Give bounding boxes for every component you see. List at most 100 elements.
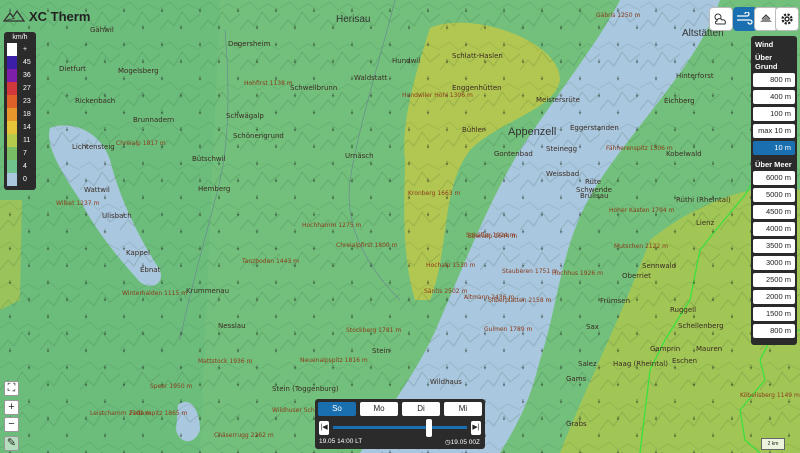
altitude-level-button[interactable]: 1500 m — [753, 307, 795, 321]
place-label: Enggenhütten — [452, 84, 502, 92]
day-tab[interactable]: Di — [402, 402, 440, 416]
altitude-level-button[interactable]: 400 m — [753, 90, 795, 104]
place-label: Eschen — [672, 357, 698, 365]
place-label: Hemberg — [198, 185, 231, 193]
place-label: Grabs — [566, 420, 587, 428]
legend-label: + — [23, 46, 28, 53]
peak-label: Chreialp 1817 m — [116, 140, 166, 147]
legend-label: 11 — [23, 137, 31, 144]
edit-button[interactable]: ✎ — [4, 436, 19, 451]
place-label: Waldstatt — [354, 74, 388, 82]
place-label: Steinegg — [546, 145, 578, 153]
altitude-level-button[interactable]: 800 m — [753, 324, 795, 338]
cloud-sun-button[interactable] — [709, 7, 733, 31]
legend-swatch — [7, 95, 17, 108]
place-label: Stein (Toggenburg) — [272, 385, 339, 393]
altitude-level-button[interactable]: 5000 m — [753, 188, 795, 202]
place-label: Gamprin — [650, 345, 681, 353]
peak-label: Gulmen 1789 m — [484, 326, 533, 333]
place-label: Mauren — [696, 345, 723, 353]
wind-panel-title: Wind — [755, 40, 774, 49]
town-label: Herisau — [336, 14, 371, 25]
peak-label: Ebenalp 1644 m — [468, 233, 518, 240]
legend-swatch — [7, 82, 17, 95]
time-track[interactable] — [333, 426, 467, 429]
place-label: Stein — [372, 347, 390, 355]
step-back-button[interactable]: |◀ — [319, 421, 329, 435]
place-label: Rüte — [585, 178, 602, 186]
peak-label: Hoher Kasten 1794 m — [609, 207, 675, 214]
day-tab[interactable]: So — [318, 402, 356, 416]
place-label: Frümsen — [600, 297, 631, 305]
peak-label: Kronberg 1663 m — [408, 190, 461, 197]
legend-unit: km/h — [12, 34, 28, 41]
altitude-level-button[interactable]: 4500 m — [753, 205, 795, 219]
zoom-in-button[interactable]: + — [4, 400, 19, 415]
zoom-out-button[interactable]: − — [4, 417, 19, 432]
altitude-level-button[interactable]: 800 m — [753, 73, 795, 87]
app-title-text: XC Therm — [29, 8, 91, 24]
altitude-level-button[interactable]: max 10 m — [753, 124, 795, 138]
altitude-level-button[interactable]: 3000 m — [753, 256, 795, 270]
place-label: Rüthi (Rheintal) — [676, 196, 731, 204]
peak-label: Chreialpfirst 1800 m — [336, 242, 398, 249]
place-label: Rickenbach — [75, 97, 116, 105]
cloud-sun-icon — [714, 13, 726, 25]
time-slider-panel: So Mo Di Mi |◀ ▶| 19.05 14:00 LT ◷19.05 00Z — [315, 399, 485, 449]
peak-label: Hundwiler Höhi 1306 m — [402, 92, 473, 99]
altitude-level-button[interactable]: 2500 m — [753, 273, 795, 287]
legend-row: 0 — [4, 173, 36, 186]
legend-label: 45 — [23, 59, 31, 66]
legend-label: 27 — [23, 85, 31, 92]
place-label: Bütschwil — [192, 155, 226, 163]
legend-row: 27 — [4, 82, 36, 95]
peak-label: Hochhus 1926 m — [552, 270, 603, 277]
day-tab[interactable]: Mi — [444, 402, 482, 416]
place-label: Gontenbad — [494, 150, 533, 158]
place-label: Schwellbrunn — [290, 84, 338, 92]
legend-swatch — [7, 160, 17, 173]
peak-label: Neuenalpspitz 1816 m — [300, 357, 368, 364]
peak-label: Gäbris 1250 m — [596, 12, 641, 19]
scale-bar: 2 km — [761, 438, 785, 450]
legend-row: 14 — [4, 121, 36, 134]
altitude-level-button[interactable]: 4000 m — [753, 222, 795, 236]
legend-row: 18 — [4, 108, 36, 121]
town-label: Appenzell — [508, 126, 557, 138]
place-label: Haag (Rheintal) — [613, 360, 668, 368]
place-label: Salez — [578, 360, 597, 368]
peak-label: Köbelisberg 1149 m — [740, 392, 800, 399]
peak-label: Silberplatten 2158 m — [488, 297, 552, 304]
utc-time-value: 19.05 00Z — [450, 439, 480, 446]
altitude-level-button[interactable]: 6000 m — [753, 171, 795, 185]
locate-button[interactable]: ⛶ — [4, 381, 19, 396]
altitude-level-button[interactable]: 100 m — [753, 107, 795, 121]
place-label: Sax — [586, 323, 599, 331]
place-label: Urnäsch — [345, 152, 374, 160]
peak-label: Federispitz 1865 m — [130, 410, 188, 417]
legend-row: 45 — [4, 56, 36, 69]
peak-label: Wilket 1237 m — [56, 200, 100, 207]
legend-label: 0 — [23, 176, 27, 183]
altitude-level-button[interactable]: 10 m — [753, 141, 795, 155]
time-slider-handle[interactable] — [426, 419, 433, 437]
day-tab[interactable]: Mo — [360, 402, 398, 416]
step-forward-button[interactable]: ▶| — [471, 421, 481, 435]
place-label: Meistersrüte — [536, 96, 580, 104]
place-label: Eichberg — [664, 97, 695, 105]
place-label: Ebnat — [140, 266, 161, 274]
legend-label: 18 — [23, 111, 31, 118]
legend-row: 7 — [4, 147, 36, 160]
legend-row: + — [4, 43, 36, 56]
legend-swatch — [7, 134, 17, 147]
peak-label: Winterhalden 1115 m — [122, 290, 188, 297]
place-label: Lienz — [696, 219, 715, 227]
settings-button[interactable] — [775, 7, 799, 31]
altitude-level-button[interactable]: 3500 m — [753, 239, 795, 253]
legend-swatch — [7, 69, 17, 82]
altitude-level-button[interactable]: 2000 m — [753, 290, 795, 304]
peak-label: Fähnerenspitz 1506 m — [606, 145, 673, 152]
ground-header: Über Grund — [755, 53, 778, 71]
utc-time-label: ◷19.05 00Z — [445, 438, 480, 446]
place-label: Sennwald — [642, 262, 677, 270]
